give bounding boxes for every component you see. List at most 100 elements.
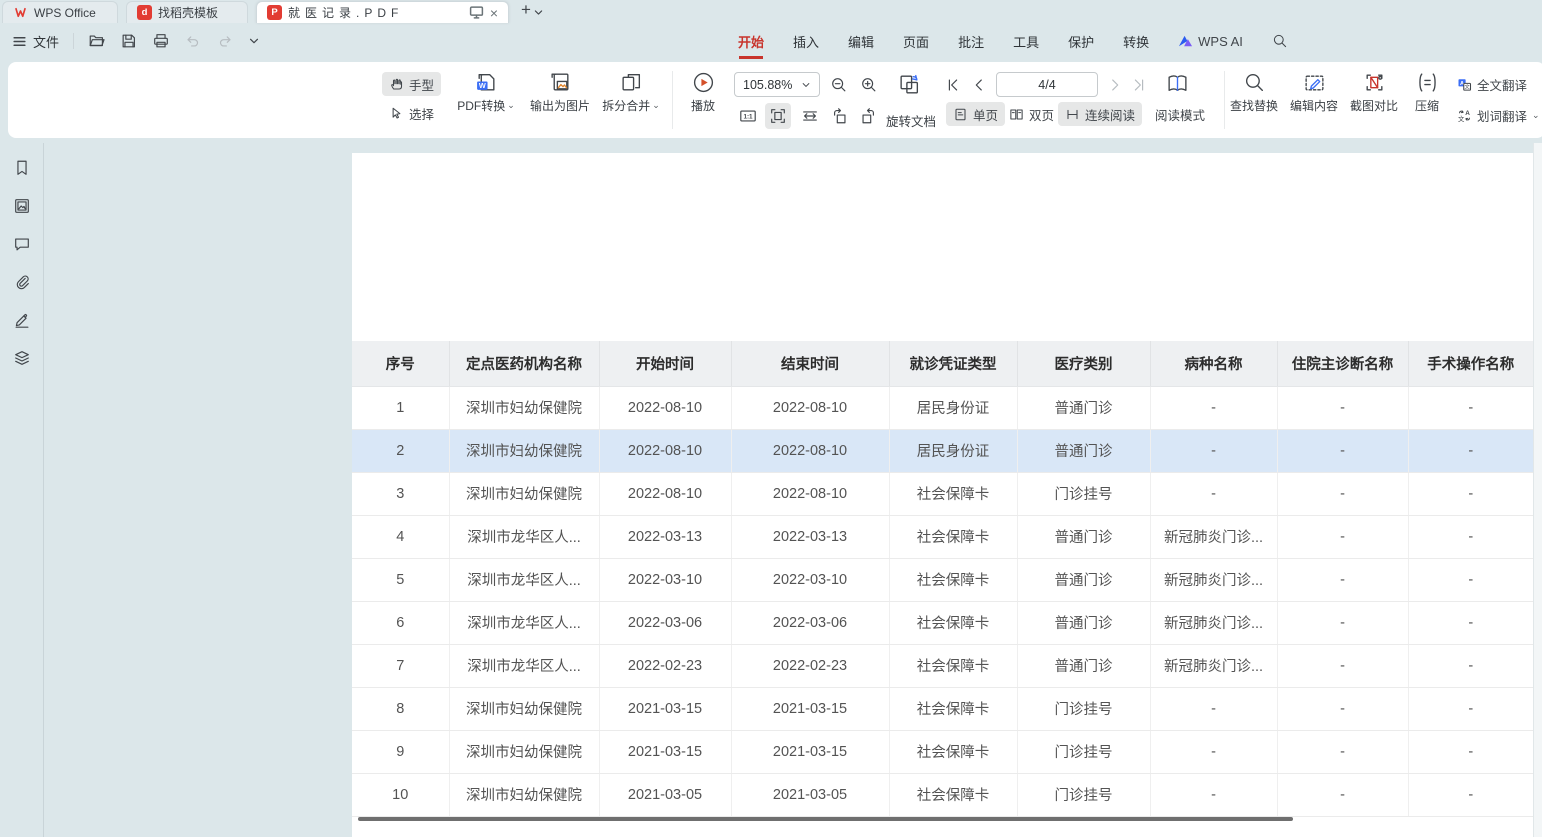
menu-item-tools[interactable]: 工具 xyxy=(1013,32,1039,51)
menu-item-home[interactable]: 开始 xyxy=(738,32,764,51)
layers-icon[interactable] xyxy=(13,349,31,367)
table-row: 2深圳市妇幼保健院2022-08-102022-08-10居民身份证普通门诊--… xyxy=(352,429,1533,472)
play-button[interactable]: 播放 xyxy=(682,71,724,114)
screenshot-compare-button[interactable]: 截图对比 xyxy=(1348,71,1400,114)
page-number-input[interactable] xyxy=(996,72,1098,97)
wps-logo-icon xyxy=(13,5,28,20)
table-cell: 新冠肺炎门诊... xyxy=(1150,558,1277,601)
table-row: 4深圳市龙华区人...2022-03-132022-03-13社会保障卡普通门诊… xyxy=(352,515,1533,558)
rotate-doc-button[interactable]: 旋转文档 xyxy=(886,111,936,130)
table-cell: - xyxy=(1408,558,1533,601)
select-tool-button[interactable]: 选择 xyxy=(382,101,441,125)
next-page-button[interactable] xyxy=(1102,72,1128,98)
table-cell: - xyxy=(1408,644,1533,687)
rotate-right-icon xyxy=(859,107,877,125)
full-translate-button[interactable]: A 文 全文翻译 xyxy=(1454,73,1542,95)
fit-page-button[interactable] xyxy=(765,103,791,129)
read-mode-icon-button[interactable] xyxy=(1164,70,1190,96)
menu-item-edit[interactable]: 编辑 xyxy=(848,32,874,51)
table-cell: 普通门诊 xyxy=(1017,644,1150,687)
tab-list-chevron-icon[interactable] xyxy=(533,7,544,18)
table-cell: 2022-08-10 xyxy=(599,429,731,472)
table-cell: 7 xyxy=(352,644,449,687)
table-cell: - xyxy=(1150,429,1277,472)
undo-icon[interactable] xyxy=(184,32,202,50)
split-merge-button[interactable]: 拆分合并⌄ xyxy=(596,71,666,114)
fit-page-icon xyxy=(769,107,787,125)
actual-size-button[interactable]: 1:1 xyxy=(735,103,761,129)
zoom-out-button[interactable] xyxy=(826,72,852,98)
close-tab-icon[interactable]: × xyxy=(490,6,498,20)
last-page-button[interactable] xyxy=(1126,72,1152,98)
save-icon[interactable] xyxy=(120,32,138,50)
menu-item-insert[interactable]: 插入 xyxy=(793,32,819,51)
file-menu-button[interactable]: 文件 xyxy=(12,32,59,51)
tab-document-pdf[interactable]: P 就医记录.PDF × xyxy=(256,1,509,23)
zoom-level-dropdown[interactable]: 105.88% xyxy=(734,72,820,97)
last-page-icon xyxy=(1130,76,1148,94)
rotate-right-button[interactable] xyxy=(855,103,881,129)
wps-ai-button[interactable]: WPS AI xyxy=(1178,34,1243,49)
double-page-icon xyxy=(1009,107,1024,122)
tab-docer-templates[interactable]: d 找稻壳模板 xyxy=(126,1,248,23)
new-tab-button[interactable]: + xyxy=(521,0,531,20)
edit-content-button[interactable]: 编辑内容 xyxy=(1288,71,1340,114)
search-icon[interactable] xyxy=(1272,33,1288,49)
table-row: 6深圳市龙华区人...2022-03-062022-03-06社会保障卡普通门诊… xyxy=(352,601,1533,644)
table-cell: 普通门诊 xyxy=(1017,429,1150,472)
tab-wps-office[interactable]: WPS Office xyxy=(2,1,118,23)
attachment-icon[interactable] xyxy=(13,273,31,291)
svg-text:A: A xyxy=(1465,109,1470,116)
table-cell: 门诊挂号 xyxy=(1017,472,1150,515)
read-mode-button[interactable]: 阅读模式 xyxy=(1148,102,1212,126)
menu-item-annotate[interactable]: 批注 xyxy=(958,32,984,51)
table-row: 5深圳市龙华区人...2022-03-102022-03-10社会保障卡普通门诊… xyxy=(352,558,1533,601)
comment-panel-icon[interactable] xyxy=(13,235,31,253)
table-cell: 深圳市妇幼保健院 xyxy=(449,472,599,515)
table-cell: 2022-03-10 xyxy=(731,558,889,601)
zoom-in-button[interactable] xyxy=(856,72,882,98)
vertical-scrollbar[interactable] xyxy=(1533,143,1542,837)
hand-icon xyxy=(389,77,404,92)
monitor-icon[interactable] xyxy=(469,5,484,20)
pdf-convert-button[interactable]: W PDF转换⌄ xyxy=(452,71,520,114)
first-page-icon xyxy=(944,76,962,94)
find-replace-button[interactable]: 查找替换 xyxy=(1228,71,1280,114)
signature-icon[interactable] xyxy=(13,311,31,329)
rotate-left-button[interactable] xyxy=(827,103,853,129)
hand-tool-button[interactable]: 手型 xyxy=(382,72,441,96)
table-cell: - xyxy=(1277,601,1408,644)
open-folder-icon[interactable] xyxy=(88,32,106,50)
menu-item-convert[interactable]: 转换 xyxy=(1123,32,1149,51)
table-cell: 社会保障卡 xyxy=(889,773,1017,816)
redo-icon[interactable] xyxy=(216,32,234,50)
zoom-out-icon xyxy=(830,76,848,94)
word-translate-icon: A 文 xyxy=(1457,108,1472,123)
menu-item-protect[interactable]: 保护 xyxy=(1068,32,1094,51)
print-icon[interactable] xyxy=(152,32,170,50)
table-header-cell: 序号 xyxy=(352,341,449,386)
first-page-button[interactable] xyxy=(940,72,966,98)
docer-icon: d xyxy=(137,5,152,20)
table-cell: 10 xyxy=(352,773,449,816)
table-cell: 社会保障卡 xyxy=(889,472,1017,515)
page-organize-button[interactable] xyxy=(896,71,922,97)
export-image-button[interactable]: 输出为图片 xyxy=(522,71,598,114)
thumbnail-panel-icon[interactable] xyxy=(13,197,31,215)
compress-button[interactable]: 压缩 xyxy=(1408,71,1446,114)
compress-icon xyxy=(1416,71,1439,94)
menu-item-page[interactable]: 页面 xyxy=(903,32,929,51)
table-row: 7深圳市龙华区人...2022-02-232022-02-23社会保障卡普通门诊… xyxy=(352,644,1533,687)
bookmark-icon[interactable] xyxy=(13,159,31,177)
fit-width-button[interactable] xyxy=(797,103,823,129)
table-cell: 门诊挂号 xyxy=(1017,687,1150,730)
table-horizontal-scrollbar xyxy=(358,817,1293,821)
single-page-button[interactable]: 单页 xyxy=(946,102,1005,126)
table-header-cell: 就诊凭证类型 xyxy=(889,341,1017,386)
qat-chevron-icon[interactable] xyxy=(248,35,260,47)
table-cell: - xyxy=(1150,773,1277,816)
previous-page-button[interactable] xyxy=(966,72,992,98)
table-cell: - xyxy=(1277,730,1408,773)
continuous-read-button[interactable]: 连续阅读 xyxy=(1058,102,1142,126)
word-translate-button[interactable]: A 文 划词翻译⌄ xyxy=(1454,104,1542,126)
